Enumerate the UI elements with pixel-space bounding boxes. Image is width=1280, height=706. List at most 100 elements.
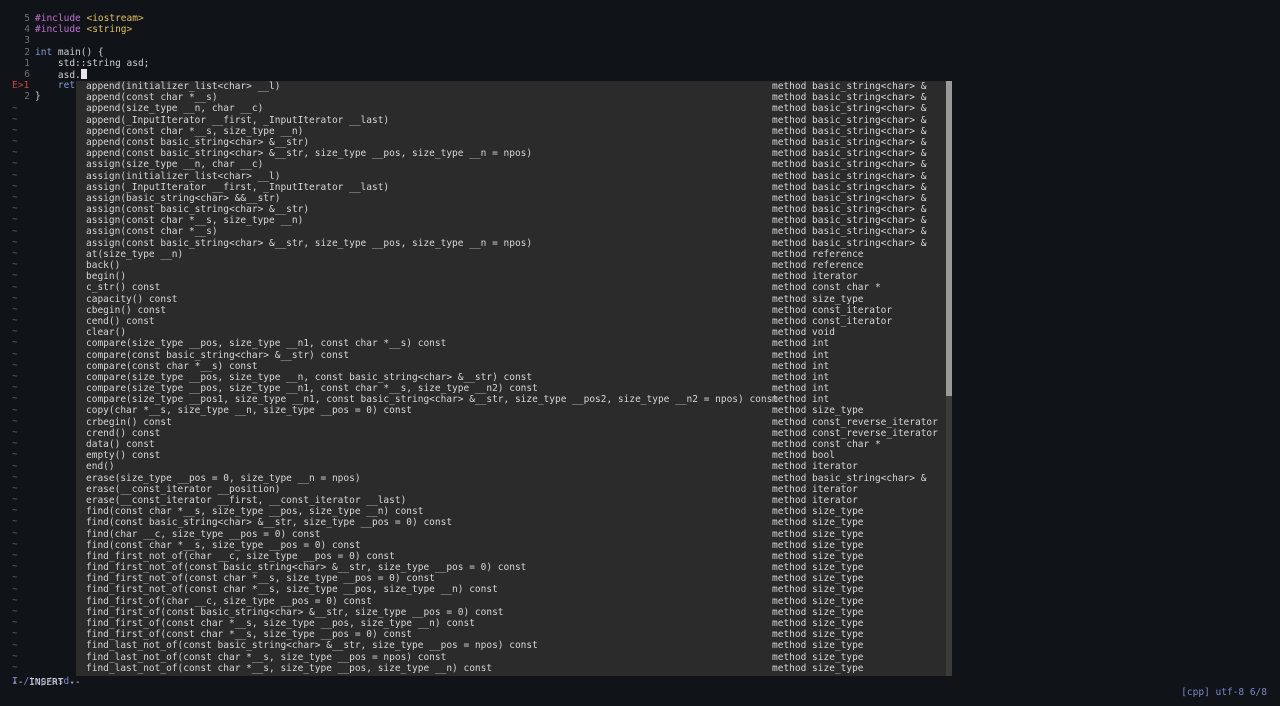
completion-item[interactable]: find_first_not_of(const basic_string<cha…	[76, 562, 952, 573]
tilde-marker: ~	[12, 158, 18, 170]
completion-item[interactable]: find_first_of(const char *__s, size_type…	[76, 629, 952, 640]
tilde-marker: ~	[12, 236, 18, 248]
tilde-marker: ~	[12, 393, 18, 405]
completion-item[interactable]: data() const method const char *	[76, 439, 952, 450]
tilde-marker: ~	[12, 113, 18, 125]
completion-word: assign(basic_string<char> &&__str)	[86, 192, 281, 204]
completion-item[interactable]: find_last_not_of(const char *__s, size_t…	[76, 652, 952, 663]
completion-item[interactable]: cend() const method const_iterator	[76, 316, 952, 327]
completion-item[interactable]: compare(size_type __pos, size_type __n1,…	[76, 383, 952, 394]
completion-item[interactable]: find_first_not_of(const char *__s, size_…	[76, 573, 952, 584]
completion-item[interactable]: compare(const basic_string<char> &__str)…	[76, 350, 952, 361]
statusline-info: [cpp] utf-8 6/8	[1181, 687, 1267, 699]
completion-kind: method reference	[772, 260, 864, 271]
completion-word: find(const basic_string<char> &__str, si…	[86, 517, 453, 529]
completion-item[interactable]: append(size_type __n, char __c) method ba…	[76, 103, 952, 114]
completion-item[interactable]: assign(size_type __n, char __c) method ba…	[76, 159, 952, 170]
completion-word: compare(size_type __pos1, size_type __n1…	[86, 394, 779, 406]
completion-item[interactable]: end() method iterator	[76, 461, 952, 472]
completion-item[interactable]: erase(size_type __pos = 0, size_type __n…	[76, 473, 952, 484]
popup-scrollbar-thumb[interactable]	[946, 81, 952, 397]
completion-item[interactable]: compare(size_type __pos, size_type __n, …	[76, 372, 952, 383]
completion-kind: method size_type	[772, 640, 864, 652]
completion-word: back()	[86, 260, 121, 271]
completion-popup[interactable]: append(initializer_list<char> __l) method…	[76, 81, 952, 676]
completion-item[interactable]: compare(const char *__s) const method int	[76, 361, 952, 372]
completion-word: cbegin() const	[86, 304, 167, 316]
completion-item[interactable]: cbegin() const method const_iterator	[76, 305, 952, 316]
completion-item[interactable]: find_first_of(const char *__s, size_type…	[76, 618, 952, 629]
completion-item[interactable]: find_first_of(const basic_string<char> &…	[76, 607, 952, 618]
completion-item[interactable]: copy(char *__s, size_type __n, size_type…	[76, 405, 952, 416]
code-line[interactable]: 1 std::string asd;	[0, 58, 1280, 69]
completion-word: compare(const char *__s) const	[86, 360, 258, 372]
tilde-marker: ~	[12, 516, 18, 528]
completion-item[interactable]: erase(__const_iterator __first, __const_…	[76, 495, 952, 506]
completion-item[interactable]: find_first_not_of(char __c, size_type __…	[76, 551, 952, 562]
completion-word: append(const char *__s)	[86, 92, 218, 104]
tilde-marker: ~	[12, 315, 18, 327]
completion-item[interactable]: assign(initializer_list<char> __l) method…	[76, 171, 952, 182]
completion-item[interactable]: c_str() const method const char *	[76, 282, 952, 293]
completion-item[interactable]: begin() method iterator	[76, 271, 952, 282]
code-line[interactable]: 6 asd.	[0, 68, 1280, 81]
completion-word: begin()	[86, 271, 127, 283]
popup-scrollbar[interactable]	[946, 81, 952, 676]
completion-item[interactable]: assign(basic_string<char> &&__str) method…	[76, 193, 952, 204]
line-code: ret	[35, 80, 75, 91]
tilde-marker: ~	[12, 136, 18, 148]
completion-item[interactable]: append(const basic_string<char> &__str) m…	[76, 137, 952, 148]
completion-item[interactable]: append(const basic_string<char> &__str, …	[76, 148, 952, 159]
code-line[interactable]: 4 #include <string>	[0, 24, 1280, 35]
completion-word: append(const char *__s, size_type __n)	[86, 125, 304, 137]
line-code: }	[35, 91, 41, 102]
completion-item[interactable]: find_first_of(char __c, size_type __pos …	[76, 596, 952, 607]
completion-kind: method basic_string<char> &	[772, 226, 927, 238]
completion-item[interactable]: empty() const method bool	[76, 450, 952, 461]
completion-item[interactable]: append(_InputIterator __first, _InputIte…	[76, 115, 952, 126]
completion-kind: method iterator	[772, 483, 858, 495]
completion-kind: method size_type	[772, 595, 864, 607]
completion-item[interactable]: at(size_type __n) method reference	[76, 249, 952, 260]
code-line[interactable]: 5 #include <iostream>	[0, 13, 1280, 24]
completion-item[interactable]: find(const char *__s, size_type __pos = …	[76, 540, 952, 551]
completion-word: find_first_of(const char *__s, size_type…	[86, 618, 475, 629]
code-line[interactable]: 2 int main() {	[0, 47, 1280, 58]
completion-item[interactable]: append(const char *__s) method basic_stri…	[76, 92, 952, 103]
completion-kind: method size_type	[772, 629, 864, 641]
completion-word: copy(char *__s, size_type __n, size_type…	[86, 405, 413, 417]
tilde-marker: ~	[12, 281, 18, 293]
completion-item[interactable]: find(const char *__s, size_type __pos, s…	[76, 506, 952, 517]
line-number: 2	[24, 46, 30, 58]
completion-kind: method size_type	[772, 606, 864, 618]
completion-item[interactable]: find(const basic_string<char> &__str, si…	[76, 517, 952, 528]
code-line[interactable]: 3	[0, 35, 1280, 46]
completion-item[interactable]: compare(size_type __pos, size_type __n1,…	[76, 338, 952, 349]
completion-item[interactable]: append(initializer_list<char> __l) method…	[76, 81, 952, 92]
completion-item[interactable]: clear() method void	[76, 327, 952, 338]
completion-kind: method iterator	[772, 494, 858, 506]
tilde-marker: ~	[12, 102, 18, 114]
completion-kind: method int	[772, 394, 830, 406]
completion-item[interactable]: assign(_InputIterator __first, _InputIte…	[76, 182, 952, 193]
completion-item[interactable]: crbegin() const method const_reverse_iter…	[76, 417, 952, 428]
completion-item[interactable]: assign(const char *__s, size_type __n) me…	[76, 215, 952, 226]
completion-item[interactable]: find_last_not_of(const basic_string<char…	[76, 640, 952, 651]
completion-item[interactable]: assign(const basic_string<char> &__str) m…	[76, 204, 952, 215]
completion-item[interactable]: assign(const char *__s) method basic_stri…	[76, 226, 952, 237]
completion-item[interactable]: append(const char *__s, size_type __n) me…	[76, 126, 952, 137]
completion-item[interactable]: find(char __c, size_type __pos = 0) cons…	[76, 529, 952, 540]
completion-item[interactable]: erase(__const_iterator __position) method…	[76, 484, 952, 495]
completion-item[interactable]: crend() const method const_reverse_iterat…	[76, 428, 952, 439]
completion-word: compare(size_type __pos, size_type __n1,…	[86, 338, 447, 350]
completion-item[interactable]: assign(const basic_string<char> &__str, …	[76, 238, 952, 249]
completion-kind: method const_iterator	[772, 315, 893, 327]
completion-item[interactable]: compare(size_type __pos1, size_type __n1…	[76, 394, 952, 405]
completion-item[interactable]: back() method reference	[76, 260, 952, 271]
completion-word: erase(__const_iterator __position)	[86, 483, 281, 495]
completion-word: find_first_not_of(const char *__s, size_…	[86, 584, 498, 596]
tilde-marker: ~	[12, 292, 18, 304]
completion-item[interactable]: capacity() const method size_type	[76, 294, 952, 305]
completion-item[interactable]: find_first_not_of(const char *__s, size_…	[76, 584, 952, 595]
code-token: #include	[35, 13, 87, 24]
